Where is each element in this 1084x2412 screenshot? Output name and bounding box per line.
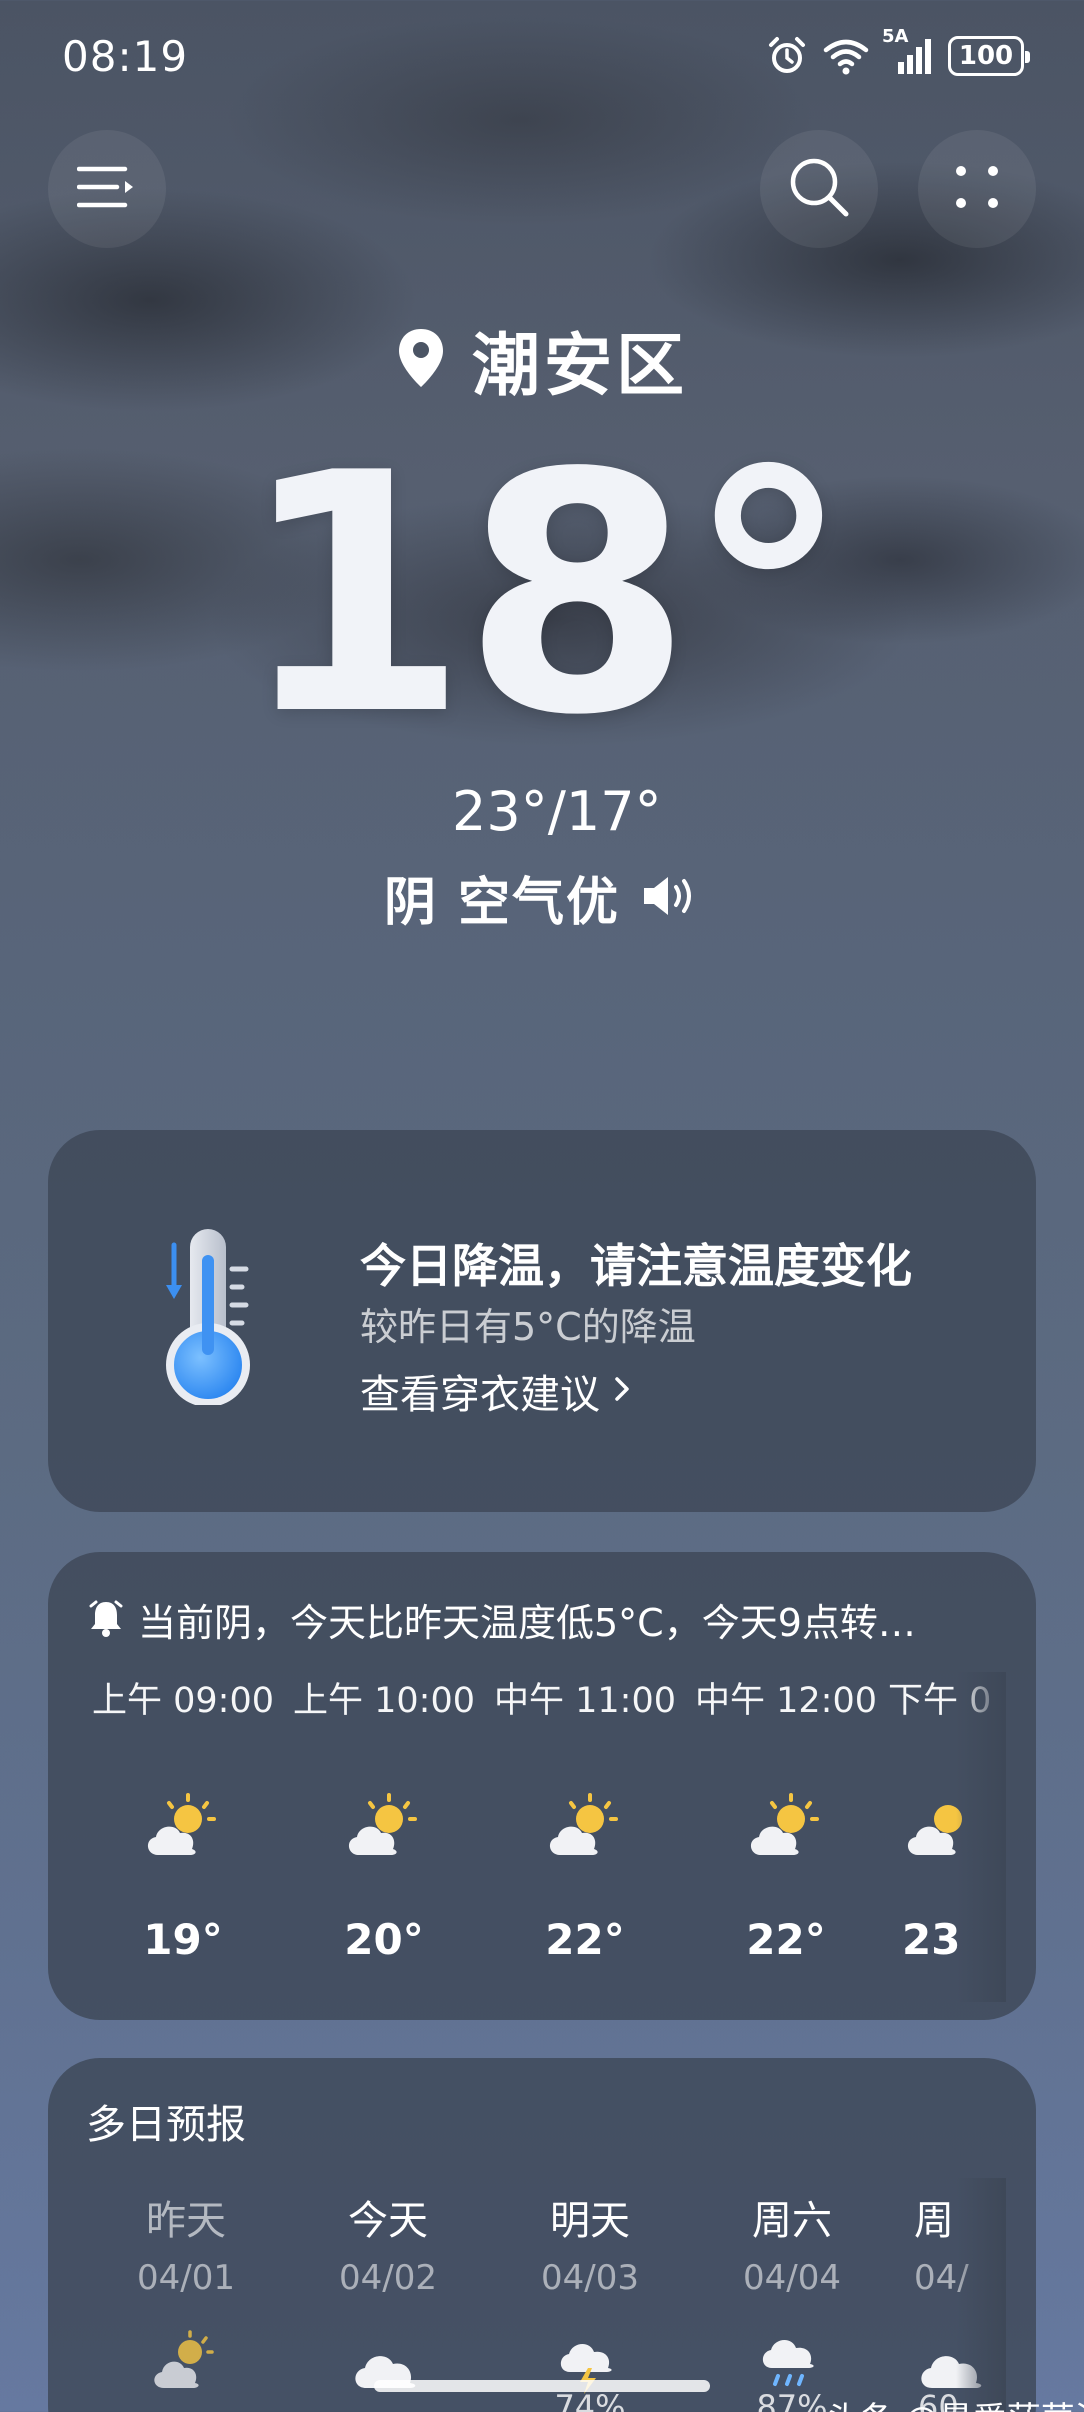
clothing-advice-link[interactable]: 查看穿衣建议	[360, 1362, 632, 1420]
clothing-advice-label: 查看穿衣建议	[360, 1372, 600, 1418]
current-temperature: 18°	[238, 403, 851, 787]
day-item[interactable]: 昨天 04/01	[96, 2188, 276, 2398]
hour-item[interactable]: 上午 09:00 19°	[83, 1672, 283, 1964]
hour-temp: 20°	[344, 1915, 424, 1964]
hour-time: 上午 09:00	[92, 1681, 274, 1721]
speaker-icon[interactable]	[638, 873, 700, 923]
day-name: 昨天	[146, 2198, 226, 2244]
search-icon	[788, 156, 850, 222]
weather-condition: 阴 空气优	[383, 873, 621, 933]
location-name: 潮安区	[471, 327, 688, 406]
hour-time: 上午 10:00	[293, 1681, 475, 1721]
scroll-fade	[956, 1672, 1006, 2002]
hour-temp: 22°	[545, 1915, 625, 1964]
hour-time: 中午 12:00	[695, 1681, 877, 1721]
hour-time: 中午 11:00	[494, 1681, 676, 1721]
cellular-signal-icon: 5A	[882, 26, 934, 76]
partly-cloudy-icon	[146, 2328, 226, 2398]
alarm-icon	[766, 35, 808, 77]
day-name: 明天	[550, 2198, 630, 2244]
home-indicator[interactable]	[374, 2380, 710, 2392]
alert-subtitle: 较昨日有5°C的降温	[360, 1305, 696, 1349]
hourly-forecast-card[interactable]: 当前阴，今天比昨天温度低5°C，今天9点转… 上午 09:00 19° 上午 1…	[48, 1552, 1036, 2020]
partly-cloudy-icon	[540, 1789, 630, 1869]
temperature-drop-card[interactable]: 今日降温，请注意温度变化 较昨日有5°C的降温 查看穿衣建议	[48, 1130, 1036, 1512]
location-pin-icon	[396, 327, 446, 393]
day-date: 04/01	[137, 2258, 235, 2298]
hour-temp: 22°	[746, 1915, 826, 1964]
day-name: 今天	[348, 2198, 428, 2244]
day-item[interactable]: 今天 04/02	[298, 2188, 478, 2398]
hourly-summary: 当前阴，今天比昨天温度低5°C，今天9点转…	[88, 1592, 998, 1647]
thermometer-icon	[158, 1225, 258, 1409]
status-bar: 08:19 5A 100	[62, 26, 1030, 84]
condition-row: 阴 空气优	[0, 860, 1084, 935]
watermark: 头条 @最爱菠萝油	[826, 2392, 1084, 2412]
hour-temp: 19°	[143, 1915, 223, 1964]
day-name: 周六	[752, 2198, 832, 2244]
status-time: 08:19	[62, 31, 189, 81]
high-low-temperature: 23°/17°	[452, 780, 662, 843]
battery-indicator: 100	[948, 36, 1030, 76]
day-date: 04/02	[339, 2258, 437, 2298]
menu-icon	[76, 163, 137, 215]
grid-dots-icon	[952, 162, 1002, 216]
partly-cloudy-icon	[741, 1789, 831, 1869]
chevron-right-icon	[612, 1368, 632, 1414]
bell-icon	[88, 1598, 124, 1642]
day-item[interactable]: 明天 04/03 74%	[500, 2188, 680, 2412]
location-header[interactable]: 潮安区	[0, 310, 1084, 409]
hour-item[interactable]: 中午 12:00 22°	[686, 1672, 886, 1964]
day-item[interactable]: 周六 04/04 87%	[702, 2188, 882, 2412]
search-button[interactable]	[760, 130, 878, 248]
multi-day-forecast-card[interactable]: 多日预报 昨天 04/01 今天 04/02 明天 04/03 74% 周六 0…	[48, 2058, 1036, 2412]
network-type-label: 5A	[882, 26, 909, 47]
menu-button[interactable]	[48, 130, 166, 248]
hour-item[interactable]: 中午 11:00 22°	[485, 1672, 685, 1964]
day-date: 04/04	[743, 2258, 841, 2298]
partly-cloudy-icon	[138, 1789, 228, 1869]
hourly-summary-text: 当前阴，今天比昨天温度低5°C，今天9点转…	[138, 1601, 916, 1645]
more-options-button[interactable]	[918, 130, 1036, 248]
partly-cloudy-icon	[339, 1789, 429, 1869]
hour-item[interactable]: 上午 10:00 20°	[284, 1672, 484, 1964]
wifi-icon	[822, 36, 870, 76]
status-icons: 5A 100	[766, 26, 1030, 77]
alert-title: 今日降温，请注意温度变化	[360, 1239, 912, 1293]
daily-forecast-title: 多日预报	[86, 2102, 246, 2148]
battery-level: 100	[958, 41, 1014, 71]
scroll-fade	[956, 2178, 1006, 2412]
day-date: 04/03	[541, 2258, 639, 2298]
